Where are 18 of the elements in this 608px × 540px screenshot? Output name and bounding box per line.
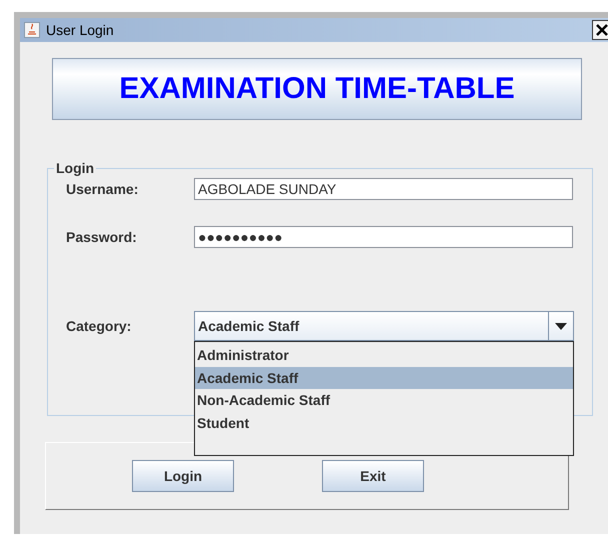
dropdown-option[interactable]: Administrator [195,344,573,366]
dropdown-option[interactable]: Non-Academic Staff [195,389,573,412]
close-button[interactable] [592,20,608,40]
dropdown-option[interactable]: Academic Staff [195,366,573,389]
category-label: Category: [66,318,132,334]
username-label: Username: [66,181,140,197]
group-legend: Login [54,160,96,176]
title-banner: EXAMINATION TIME-TABLE [52,58,582,120]
app-icon [24,22,40,38]
category-dropdown[interactable]: Academic Staff [194,311,574,341]
caret-icon [555,322,567,330]
password-field[interactable]: ●●●●●●●●●● [194,226,573,248]
login-button[interactable]: Login [132,460,234,492]
window-title: User Login [46,22,115,38]
dropdown-option[interactable]: Student [195,412,573,434]
password-label: Password: [66,229,138,245]
username-field[interactable]: AGBOLADE SUNDAY [194,178,573,200]
exit-button[interactable]: Exit [322,460,424,492]
